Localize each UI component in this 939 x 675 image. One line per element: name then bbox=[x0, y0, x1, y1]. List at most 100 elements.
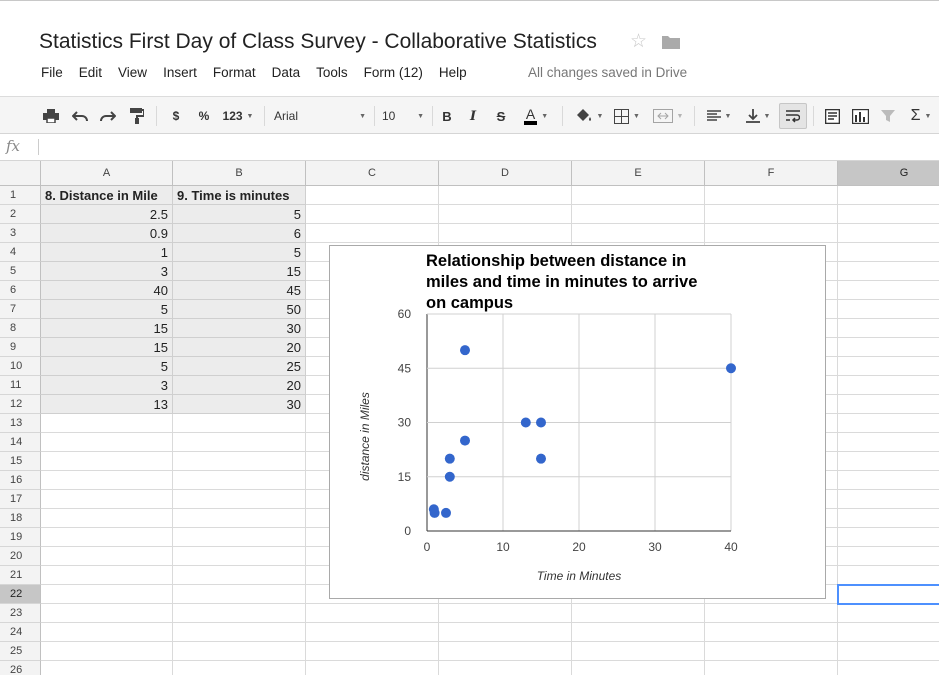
cell-b12[interactable]: 30 bbox=[173, 395, 306, 414]
cell-b21[interactable] bbox=[173, 566, 306, 585]
borders-button[interactable]: ▼ bbox=[612, 97, 642, 135]
row-header-8[interactable]: 8 bbox=[0, 319, 41, 338]
functions-button[interactable]: Σ ▼ bbox=[904, 97, 938, 135]
cell-a6[interactable]: 40 bbox=[41, 281, 173, 300]
cell-a5[interactable]: 3 bbox=[41, 262, 173, 281]
cell-c25[interactable] bbox=[306, 642, 439, 661]
wrap-text-button[interactable] bbox=[779, 103, 807, 129]
bold-button[interactable]: B bbox=[438, 97, 456, 135]
currency-button[interactable]: $ bbox=[166, 97, 186, 135]
cell-b26[interactable] bbox=[173, 661, 306, 675]
fill-color-button[interactable]: ▼ bbox=[570, 97, 608, 135]
cell-a21[interactable] bbox=[41, 566, 173, 585]
cell-b9[interactable]: 20 bbox=[173, 338, 306, 357]
row-header-6[interactable]: 6 bbox=[0, 281, 41, 300]
column-header-f[interactable]: F bbox=[705, 161, 838, 186]
cell-f2[interactable] bbox=[705, 205, 838, 224]
cell-b17[interactable] bbox=[173, 490, 306, 509]
cell-b1[interactable]: 9. Time is minutes bbox=[173, 186, 306, 205]
cell-g5[interactable] bbox=[838, 262, 939, 281]
row-header-18[interactable]: 18 bbox=[0, 509, 41, 528]
column-header-e[interactable]: E bbox=[572, 161, 705, 186]
cell-g19[interactable] bbox=[838, 528, 939, 547]
cell-b13[interactable] bbox=[173, 414, 306, 433]
cell-d23[interactable] bbox=[439, 604, 572, 623]
row-header-1[interactable]: 1 bbox=[0, 186, 41, 205]
cell-e25[interactable] bbox=[572, 642, 705, 661]
cell-a8[interactable]: 15 bbox=[41, 319, 173, 338]
percent-button[interactable]: % bbox=[194, 97, 214, 135]
cell-a20[interactable] bbox=[41, 547, 173, 566]
cell-b20[interactable] bbox=[173, 547, 306, 566]
cell-g10[interactable] bbox=[838, 357, 939, 376]
cell-g12[interactable] bbox=[838, 395, 939, 414]
cell-b6[interactable]: 45 bbox=[173, 281, 306, 300]
cell-g25[interactable] bbox=[838, 642, 939, 661]
cell-g11[interactable] bbox=[838, 376, 939, 395]
row-header-4[interactable]: 4 bbox=[0, 243, 41, 262]
cell-a14[interactable] bbox=[41, 433, 173, 452]
cell-a11[interactable]: 3 bbox=[41, 376, 173, 395]
cell-d25[interactable] bbox=[439, 642, 572, 661]
insert-chart-button[interactable] bbox=[848, 97, 872, 135]
cell-a17[interactable] bbox=[41, 490, 173, 509]
cell-f23[interactable] bbox=[705, 604, 838, 623]
column-header-d[interactable]: D bbox=[439, 161, 572, 186]
row-header-15[interactable]: 15 bbox=[0, 452, 41, 471]
menu-data[interactable]: Data bbox=[264, 65, 309, 83]
insert-comment-button[interactable] bbox=[820, 97, 844, 135]
cell-g15[interactable] bbox=[838, 452, 939, 471]
cell-g16[interactable] bbox=[838, 471, 939, 490]
cell-g2[interactable] bbox=[838, 205, 939, 224]
row-header-11[interactable]: 11 bbox=[0, 376, 41, 395]
cell-b19[interactable] bbox=[173, 528, 306, 547]
menu-help[interactable]: Help bbox=[431, 65, 475, 83]
cell-a1[interactable]: 8. Distance in Mile bbox=[41, 186, 173, 205]
row-header-5[interactable]: 5 bbox=[0, 262, 41, 281]
cell-f24[interactable] bbox=[705, 623, 838, 642]
cell-e2[interactable] bbox=[572, 205, 705, 224]
row-header-17[interactable]: 17 bbox=[0, 490, 41, 509]
cell-b25[interactable] bbox=[173, 642, 306, 661]
cell-f25[interactable] bbox=[705, 642, 838, 661]
cell-f3[interactable] bbox=[705, 224, 838, 243]
scatter-chart[interactable]: Relationship between distance in miles an… bbox=[329, 245, 826, 599]
menu-insert[interactable]: Insert bbox=[155, 65, 205, 83]
menu-tools[interactable]: Tools bbox=[308, 65, 356, 83]
cell-a18[interactable] bbox=[41, 509, 173, 528]
selected-cell[interactable] bbox=[837, 584, 939, 605]
cell-a19[interactable] bbox=[41, 528, 173, 547]
cell-a22[interactable] bbox=[41, 585, 173, 604]
cell-d26[interactable] bbox=[439, 661, 572, 675]
cell-g8[interactable] bbox=[838, 319, 939, 338]
menu-form-12[interactable]: Form (12) bbox=[356, 65, 431, 83]
print-icon[interactable] bbox=[38, 97, 64, 135]
row-header-22[interactable]: 22 bbox=[0, 585, 41, 604]
cell-a9[interactable]: 15 bbox=[41, 338, 173, 357]
row-header-3[interactable]: 3 bbox=[0, 224, 41, 243]
cell-b2[interactable]: 5 bbox=[173, 205, 306, 224]
cell-a23[interactable] bbox=[41, 604, 173, 623]
cell-a7[interactable]: 5 bbox=[41, 300, 173, 319]
cell-e3[interactable] bbox=[572, 224, 705, 243]
vertical-align-button[interactable]: ▼ bbox=[740, 97, 776, 135]
cell-g9[interactable] bbox=[838, 338, 939, 357]
row-header-13[interactable]: 13 bbox=[0, 414, 41, 433]
cell-g14[interactable] bbox=[838, 433, 939, 452]
cell-b4[interactable]: 5 bbox=[173, 243, 306, 262]
cell-b5[interactable]: 15 bbox=[173, 262, 306, 281]
cell-b22[interactable] bbox=[173, 585, 306, 604]
cell-d2[interactable] bbox=[439, 205, 572, 224]
filter-button[interactable] bbox=[876, 97, 900, 135]
cell-f1[interactable] bbox=[705, 186, 838, 205]
merge-cells-button[interactable]: ▼ bbox=[648, 97, 688, 135]
paint-format-icon[interactable] bbox=[126, 97, 148, 135]
row-header-2[interactable]: 2 bbox=[0, 205, 41, 224]
cell-b15[interactable] bbox=[173, 452, 306, 471]
cell-b8[interactable]: 30 bbox=[173, 319, 306, 338]
cell-b11[interactable]: 20 bbox=[173, 376, 306, 395]
row-header-10[interactable]: 10 bbox=[0, 357, 41, 376]
cell-d24[interactable] bbox=[439, 623, 572, 642]
cell-b18[interactable] bbox=[173, 509, 306, 528]
italic-button[interactable]: I bbox=[464, 97, 482, 135]
